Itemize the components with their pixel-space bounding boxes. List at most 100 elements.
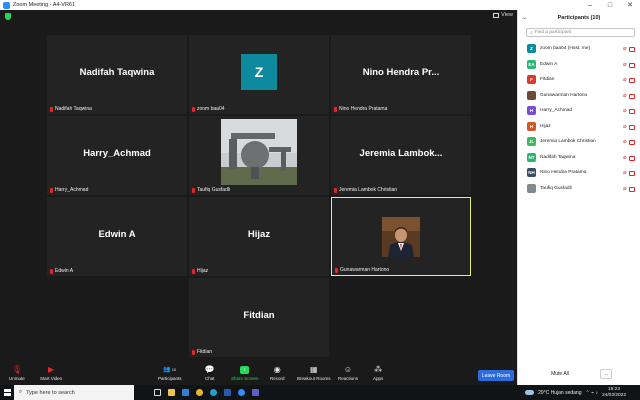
edge-button[interactable] [206,385,220,400]
video-tile[interactable]: Z zoom baa04 [189,35,329,114]
mail-button[interactable] [178,385,192,400]
clock-date: 24/03/2022 [601,392,626,398]
participant-row[interactable]: H Harry_Achmad ⌀ [518,103,640,119]
taskbar-search-placeholder: Type here to search [26,389,75,396]
record-button[interactable]: ◉ Record [270,365,285,382]
maximize-button[interactable]: □ [600,0,620,10]
participants-button[interactable]: 👥 10 Participants [158,366,182,381]
teams-button[interactable] [248,385,262,400]
taskbar-search-box[interactable]: ⌕ Type here to search [14,385,134,400]
participant-row[interactable]: NT Nadifah Taqwina ⌀ [518,150,640,166]
muted-mic-icon[interactable]: ⌀ [623,139,627,145]
start-video-button[interactable]: ▶ Start Video [40,366,62,382]
tile-name-label: Nino Hendra Pratama [339,106,388,112]
breakout-rooms-button[interactable]: ▦ Breakout Rooms [297,366,331,382]
participant-display-name: Harry_Achmad [83,148,151,159]
participant-name: Gunawarman Hartono [540,92,588,98]
reactions-button[interactable]: ☺ Reactions [338,366,358,382]
muted-mic-icon[interactable]: ⌀ [623,46,627,52]
video-off-icon[interactable] [629,47,635,52]
participant-avatar: JL [527,137,536,147]
muted-mic-icon[interactable]: ⌀ [623,186,627,192]
video-off-icon[interactable] [629,171,635,176]
participant-avatar: H [527,121,536,131]
video-tile[interactable]: Harry_Achmad Harry_Achmad [47,116,187,195]
muted-mic-icon[interactable]: ⌀ [623,124,627,130]
window-titlebar: Zoom Meeting - A4-VR61 – □ ✕ [0,0,640,10]
tile-name-label: Gunawarman Hartono [340,267,390,273]
word-icon [223,389,231,396]
participant-row[interactable]: EA Edwin A ⌀ [518,57,640,73]
video-tile[interactable]: Fitdian Fitdian [189,278,329,357]
video-tile[interactable]: Jeremia Lambok... Jeremia Lambok Christi… [331,116,471,195]
apps-button[interactable]: ⁂ Apps [373,365,383,382]
video-off-icon[interactable] [629,78,635,83]
file-explorer-button[interactable] [164,385,178,400]
participant-row[interactable]: JL Jeremia Lambok Christian ⌀ [518,134,640,150]
participant-name: Edwin A [540,61,558,67]
video-off-icon[interactable] [629,140,635,145]
participant-name: Harry_Achmad [540,108,572,114]
video-off-icon[interactable] [629,109,635,114]
chat-button[interactable]: 💬 Chat [205,366,215,382]
participant-row[interactable]: Gunawarman Hartono ⌀ [518,88,640,104]
video-tile[interactable]: Taufiq Gusfadli [189,116,329,195]
participant-name: Hijaz [540,123,551,129]
mute-all-button[interactable]: Mute All [543,369,577,379]
record-icon: ◉ [273,365,281,374]
chrome-button[interactable] [192,385,206,400]
chevron-down-icon[interactable]: ⌄ [522,14,527,21]
muted-mic-icon[interactable]: ⌀ [623,108,627,114]
muted-mic-icon[interactable]: ⌀ [623,77,627,83]
video-tile[interactable]: Nino Hendra Pr... Nino Hendra Pratama [331,35,471,114]
share-screen-button[interactable]: ↑ Share Screen [231,366,259,381]
muted-mic-icon[interactable]: ⌀ [623,155,627,161]
apps-icon: ⁂ [374,365,383,374]
participant-row[interactable]: F Fitdian ⌀ [518,72,640,88]
more-options-button[interactable]: ... [600,369,612,379]
participant-row[interactable]: Taufiq Gusfadli ⌀ [518,181,640,197]
video-tile[interactable]: Edwin A Edwin A [47,197,187,276]
muted-mic-icon[interactable]: ⌀ [623,170,627,176]
zoom-taskbar-button[interactable] [234,385,248,400]
participant-display-name: Jeremia Lambok... [359,148,443,159]
participant-row[interactable]: Zzoom baa04 (Host, me) ⌀ [518,41,640,57]
view-button[interactable]: View [493,12,513,18]
video-off-icon[interactable] [629,62,635,68]
video-off-icon[interactable] [629,93,635,99]
unmute-button[interactable]: 🎙 Unmute [9,366,25,382]
leave-room-button[interactable]: Leave Room [478,370,514,381]
meeting-gallery: View Nadifah Taqwina Nadifah Taqwina Z z… [0,10,517,385]
video-off-icon[interactable] [629,124,635,130]
encryption-shield-icon[interactable] [5,13,11,20]
video-off-icon[interactable] [629,186,635,192]
participant-search-input[interactable]: ⌕ Find a participant [526,28,635,37]
active-speaker-tile[interactable]: Gunawarman Hartono [331,197,471,276]
muted-mic-icon[interactable]: ⌀ [623,93,627,99]
clock[interactable]: 19:23 24/03/2022 [602,387,626,398]
tray-icons[interactable]: ⌃ ⌁ ♪ [586,390,598,396]
word-button[interactable] [220,385,234,400]
video-off-icon[interactable] [629,155,635,161]
unmute-label: Unmute [9,376,25,381]
participant-avatar [527,90,536,100]
task-view-button[interactable] [150,385,164,400]
window-title: Zoom Meeting - A4-VR61 [13,2,76,8]
participant-row[interactable]: H Hijaz ⌀ [518,119,640,135]
close-button[interactable]: ✕ [620,0,640,10]
participant-display-name: Nadifah Taqwina [79,67,155,78]
participant-avatar: F [527,75,536,85]
participants-panel: ⌄ Participants (10) ⌕ Find a participant… [517,10,640,385]
participant-avatar: Z [241,54,277,90]
video-tile[interactable]: Hijaz Hijaz [189,197,329,276]
tile-name-label: zoom baa04 [197,106,225,112]
start-button[interactable] [0,385,14,400]
video-tile[interactable]: Nadifah Taqwina Nadifah Taqwina [47,35,187,114]
participant-name: Nino Hendra Pratama [540,170,587,176]
participant-row[interactable]: NH Nino Hendra Pratama ⌀ [518,165,640,181]
muted-mic-icon[interactable]: ⌀ [623,62,627,68]
weather-cloud-icon [525,390,535,395]
minimize-button[interactable]: – [580,0,600,10]
windows-taskbar: ⌕ Type here to search 29°C Hujan sedang … [0,385,640,400]
weather-text[interactable]: 29°C Hujan sedang [538,390,581,396]
